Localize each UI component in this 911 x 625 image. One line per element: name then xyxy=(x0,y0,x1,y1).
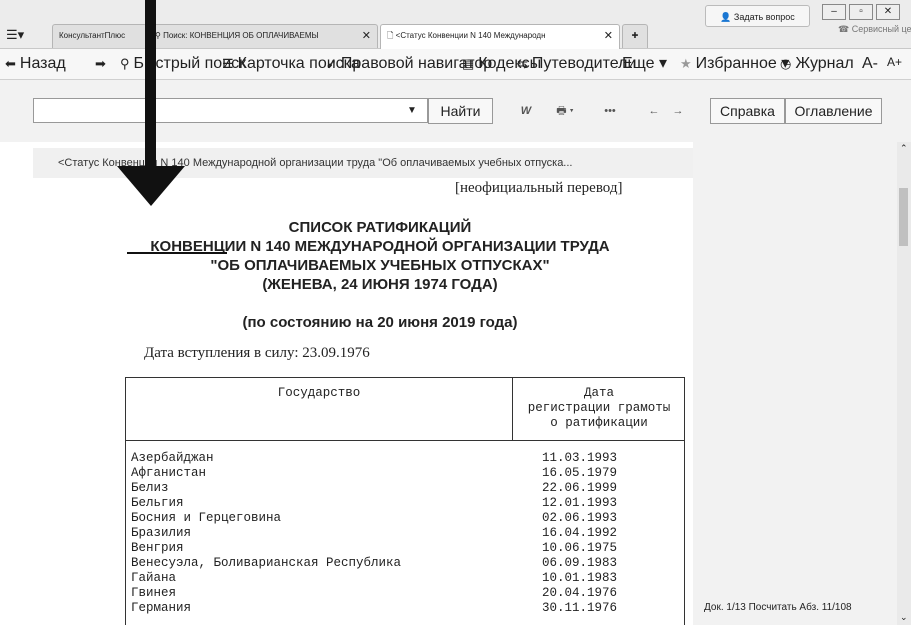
book-icon: ▤ xyxy=(462,56,475,71)
scrollbar-thumb[interactable] xyxy=(899,188,908,246)
table-row: Бразилия 16.04.1992 xyxy=(131,526,618,540)
history-icon: ◷ xyxy=(780,56,792,71)
find-button[interactable]: Найти xyxy=(428,98,493,124)
favorites-menu[interactable]: ★ Избранное ▾ xyxy=(680,56,789,72)
new-tab-button[interactable]: ✚ xyxy=(622,24,648,48)
column-header-state: Государство xyxy=(277,386,361,400)
table-row: Белиз 22.06.1999 xyxy=(131,481,618,495)
state-date: (по состоянию на 20 июня 2019 года) xyxy=(242,314,518,331)
scroll-down-icon[interactable]: ⌄ xyxy=(900,612,908,623)
table-row: Гайана 10.01.1983 xyxy=(131,571,618,585)
back-arrow-icon: ⬅ xyxy=(5,56,16,71)
tab-label: КонсультантПлюс xyxy=(59,31,126,40)
tab-label: <Статус Конвенции N 140 Международн xyxy=(395,31,546,40)
table-row: Венгрия 10.06.1975 xyxy=(131,541,618,555)
more-options-icon[interactable]: ••• xyxy=(598,100,622,122)
ratification-table: Государство Дата регистрации грамоты о р… xyxy=(125,377,685,625)
close-window-button[interactable]: ✕ xyxy=(876,4,900,20)
search-icon: ⚲ xyxy=(120,56,130,71)
help-button[interactable]: Справка xyxy=(710,98,785,124)
search-input[interactable] xyxy=(33,98,428,123)
tab-label: Поиск: КОНВЕНЦИЯ ОБ ОПЛАЧИВАЕМЫ xyxy=(163,31,319,40)
forward-arrow-icon: ➡ xyxy=(95,56,106,71)
more-menu[interactable]: Еще ▾ xyxy=(622,56,667,72)
maximize-button[interactable]: ▫ xyxy=(849,4,873,20)
table-row: Венесуэла, Боливарианская Республика 06.0… xyxy=(131,556,618,570)
close-icon[interactable]: ✕ xyxy=(604,25,613,47)
tab-home[interactable]: КонсультантПлюс xyxy=(52,24,147,48)
signpost-icon: ⇆ xyxy=(517,56,528,71)
highlight-underline xyxy=(127,252,227,254)
font-decrease-button[interactable]: A- xyxy=(862,56,878,72)
doc-title-line-1: СПИСОК РАТИФИКАЦИЙ xyxy=(288,219,472,236)
scroll-up-icon[interactable]: ⌃ xyxy=(900,143,908,154)
right-panel xyxy=(693,142,911,625)
tab-search[interactable]: ⚲ Поиск: КОНВЕНЦИЯ ОБ ОПЛАЧИВАЕМЫ ✕ xyxy=(148,24,378,48)
back-button[interactable]: ⬅ Назад xyxy=(5,56,66,72)
search-icon: ⚲ xyxy=(155,31,164,40)
ask-question-button[interactable]: 👤 Задать вопрос xyxy=(705,5,810,27)
star-icon: ★ xyxy=(680,56,692,71)
prev-arrow-icon[interactable]: ← xyxy=(642,100,666,122)
guides-button[interactable]: ⇆ Путеводители xyxy=(517,56,636,72)
forward-button[interactable]: ➡ xyxy=(95,56,110,72)
navigator-icon: ➶ xyxy=(326,56,337,71)
phone-icon: ☎ xyxy=(838,24,852,34)
word-export-icon[interactable]: W xyxy=(514,100,538,122)
tab-document[interactable]: 🗋 <Статус Конвенции N 140 Международн ✕ xyxy=(380,24,620,49)
status-bar: Док. 1/13 Посчитать Абз. 11/108 xyxy=(704,602,852,613)
search-card-icon: ☰ xyxy=(222,56,234,71)
chevron-down-icon: ▾ xyxy=(659,55,668,72)
table-divider xyxy=(126,440,684,441)
next-arrow-icon[interactable]: → xyxy=(666,100,690,122)
doc-title-line-3: "ОБ ОПЛАЧИВАЕМЫХ УЧЕБНЫХ ОТПУСКАХ" xyxy=(210,257,550,274)
contents-button[interactable]: Оглавление xyxy=(785,98,882,124)
document-icon: 🗋 xyxy=(387,31,396,40)
table-row: Азербайджан 11.03.1993 xyxy=(131,451,618,465)
journal-button[interactable]: ◷ Журнал xyxy=(780,56,854,72)
minimize-button[interactable]: – xyxy=(822,4,846,20)
column-header-date: Дата регистрации грамоты о ратификации xyxy=(527,386,671,430)
annotation-arrow-head xyxy=(117,166,185,206)
table-row: Гвинея 20.04.1976 xyxy=(131,586,618,600)
translation-notice: [неофициальный перевод] xyxy=(455,180,623,196)
table-row: Босния и Герцеговина 02.06.1993 xyxy=(131,511,618,525)
table-row: Бельгия 12.01.1993 xyxy=(131,496,618,510)
print-icon[interactable]: 🖶 ▾ xyxy=(545,100,585,122)
close-icon[interactable]: ✕ xyxy=(362,25,371,47)
table-row: Афганистан 16.05.1979 xyxy=(131,466,618,480)
service-center-link[interactable]: ☎ Сервисный центр xyxy=(838,24,911,35)
font-increase-button[interactable]: A+ xyxy=(887,54,902,70)
table-row: Германия 30.11.1976 xyxy=(131,601,618,615)
help-icon: 👤 xyxy=(720,12,734,22)
ask-question-label: Задать вопрос xyxy=(733,12,795,22)
chevron-down-icon[interactable]: ▼ xyxy=(398,99,426,122)
entry-into-force: Дата вступления в силу: 23.09.1976 xyxy=(144,345,370,361)
annotation-arrow-shaft xyxy=(145,0,156,168)
menu-icon[interactable]: ☰▾ xyxy=(6,26,26,44)
table-rows: Азербайджан 11.03.1993 Афганистан 16.05.19… xyxy=(131,451,681,616)
doc-title-line-4: (ЖЕНЕВА, 24 ИЮНЯ 1974 ГОДА) xyxy=(262,276,498,293)
